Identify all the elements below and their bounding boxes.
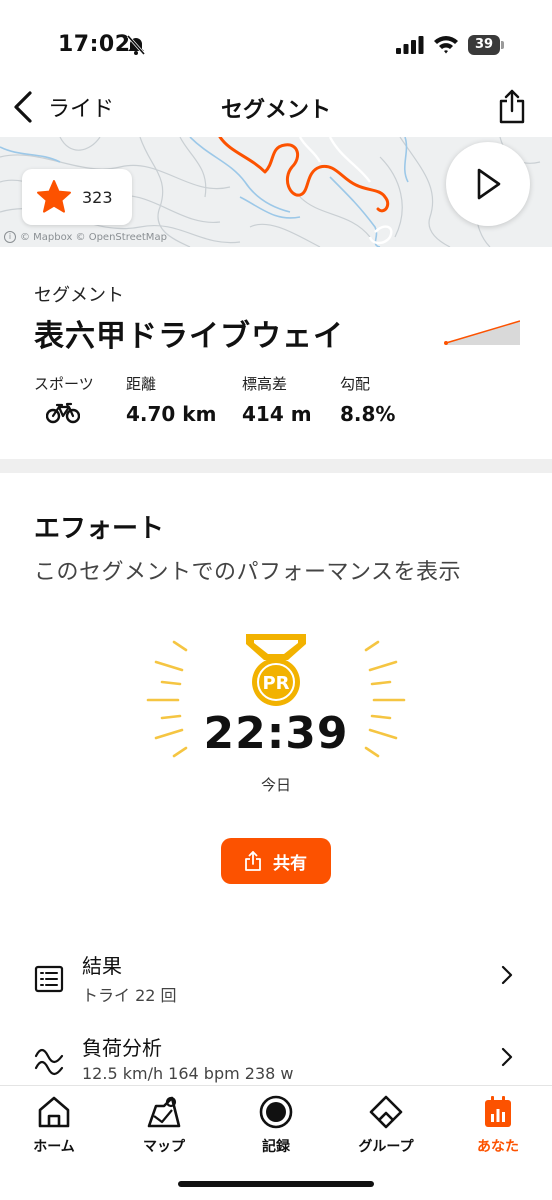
elevation-value: 414 m: [242, 402, 312, 426]
analysis-title: 負荷分析: [82, 1036, 162, 1060]
pr-date: 今日: [260, 776, 291, 794]
status-time: 17:02: [58, 32, 131, 57]
map-icon: [147, 1096, 181, 1128]
share-button-label: 共有: [273, 853, 307, 874]
star-count: 323: [82, 187, 113, 207]
distance-label: 距離: [126, 375, 157, 393]
pr-medal-icon: PR: [246, 634, 306, 706]
map-credit-text: © Mapbox © OpenStreetMap: [20, 231, 167, 243]
tab-groups[interactable]: グループ: [336, 1094, 436, 1156]
bell-off-icon: [126, 35, 146, 55]
list-item-results[interactable]: 結果 トライ 22 回: [0, 946, 552, 1022]
segment-kicker: セグメント: [34, 285, 124, 306]
results-title: 結果: [82, 954, 122, 978]
tab-home-label: ホーム: [33, 1139, 75, 1155]
play-icon: [477, 168, 501, 200]
stat-sport: スポーツ: [34, 373, 94, 428]
tab-record[interactable]: 記録: [226, 1094, 326, 1156]
tab-you-label: あなた: [477, 1139, 519, 1155]
navigation-bar: ライド セグメント: [0, 78, 552, 136]
star-icon: [37, 180, 71, 213]
results-subtitle: トライ 22 回: [82, 986, 177, 1005]
home-indicator[interactable]: [178, 1181, 374, 1187]
chevron-right-icon: [501, 1047, 513, 1067]
tab-map-label: マップ: [143, 1139, 185, 1155]
grade-label: 勾配: [340, 375, 371, 393]
star-card[interactable]: 323: [22, 169, 132, 225]
battery-level: 39: [468, 35, 500, 55]
elevation-profile-thumbnail: [444, 320, 520, 345]
share-button[interactable]: 共有: [221, 838, 331, 884]
tab-groups-label: グループ: [358, 1139, 414, 1155]
wifi-icon: [434, 36, 458, 54]
play-flyover-button[interactable]: [446, 142, 530, 226]
pr-time: 22:39: [203, 708, 349, 759]
stat-distance: 距離 4.70 km: [126, 373, 216, 426]
share-icon[interactable]: [498, 88, 526, 124]
grade-value: 8.8%: [340, 402, 396, 426]
segment-name: 表六甲ドライブウェイ: [34, 319, 344, 354]
groups-icon: [369, 1095, 403, 1129]
tab-map[interactable]: マップ: [114, 1094, 214, 1156]
effort-title: エフォート: [34, 514, 165, 544]
sport-label: スポーツ: [34, 375, 94, 393]
tab-you[interactable]: あなた: [448, 1094, 548, 1156]
chevron-right-icon: [501, 965, 513, 985]
battery-icon: 39: [468, 35, 504, 55]
section-divider: [0, 459, 552, 473]
segment-info: セグメント 表六甲ドライブウェイ スポーツ 距離 4.70 km 標高差 414…: [0, 247, 552, 459]
pr-display: PR 22:39 今日: [0, 620, 552, 810]
stat-grade: 勾配 8.8%: [340, 373, 395, 426]
you-stats-icon: [485, 1096, 511, 1127]
segment-map[interactable]: 323 i © Mapbox © OpenStreetMap: [0, 137, 552, 247]
pr-badge-text: PR: [262, 673, 289, 694]
record-icon: [259, 1095, 293, 1129]
analysis-subtitle: 12.5 km/h 164 bpm 238 w: [82, 1064, 294, 1083]
status-bar: 17:02 39: [0, 0, 552, 88]
map-attribution: i © Mapbox © OpenStreetMap: [4, 231, 167, 243]
info-icon[interactable]: i: [4, 231, 16, 243]
tab-home[interactable]: ホーム: [4, 1094, 104, 1156]
segment-stats: スポーツ 距離 4.70 km 標高差 414 m 勾配 8.8%: [34, 373, 514, 433]
bike-icon: [45, 402, 81, 424]
list-icon: [34, 965, 64, 993]
waveform-icon: [34, 1048, 64, 1076]
share-icon: [245, 851, 261, 871]
effort-subtitle: このセグメントでのパフォーマンスを表示: [34, 560, 462, 585]
elevation-label: 標高差: [242, 375, 288, 393]
distance-value: 4.70 km: [126, 402, 217, 426]
cellular-signal-icon: [396, 36, 424, 54]
tab-record-label: 記録: [262, 1139, 290, 1155]
page-title: セグメント: [220, 98, 331, 123]
stat-elevation: 標高差 414 m: [242, 373, 312, 426]
home-icon: [38, 1096, 70, 1128]
